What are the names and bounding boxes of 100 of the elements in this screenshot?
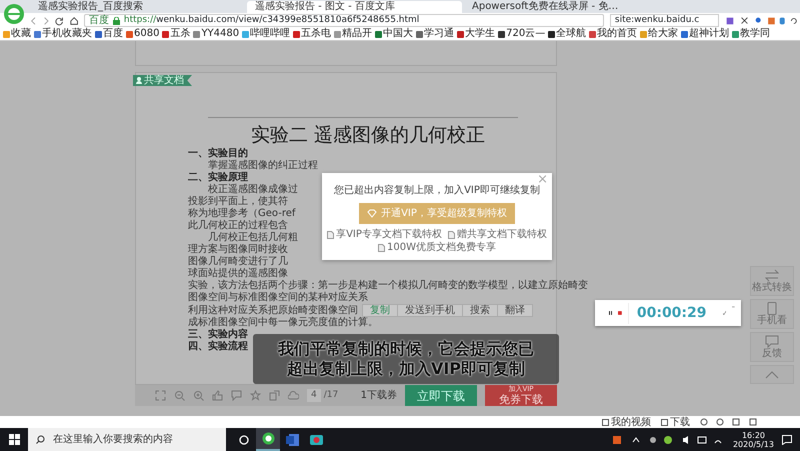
body-text: 图像空间与标准图像空间的某种对应关系 [188, 292, 368, 304]
bookmark[interactable]: 五杀电 [293, 28, 332, 40]
feature-text: 赠共享文档下载特权 [456, 229, 547, 241]
status-icon [661, 418, 668, 426]
body-text: 几何校正包括几何粗 [208, 232, 298, 244]
url-text: https://wenku.baidu.com/view/c34399e8551810a6f5248655.html [124, 15, 420, 26]
bookmark[interactable]: 我的首页 [589, 28, 638, 40]
selection-action[interactable]: 发送到手机 [397, 305, 462, 316]
site-label: 百度 [88, 15, 109, 26]
bookmark[interactable]: 全球航 [548, 28, 586, 40]
recorder-app-icon[interactable] [310, 434, 322, 446]
bookmark[interactable]: 学习通 [416, 28, 454, 40]
back-icon[interactable] [30, 16, 37, 26]
bookmark-icon [242, 30, 250, 38]
browser-app-icon[interactable] [262, 432, 274, 445]
body-text: 校正遥感图像成像过 [208, 184, 298, 196]
zoom-in-icon[interactable] [193, 390, 204, 401]
bookmark-icon [732, 30, 740, 38]
word-app-icon[interactable] [286, 434, 298, 446]
bookmark[interactable]: 哔哩哔哩 [242, 28, 290, 40]
bookmark-icon [293, 30, 300, 38]
taskbar-search-field[interactable]: 在这里输入你要搜索的内容 [28, 428, 226, 451]
person-icon [136, 77, 142, 84]
phone-icon [765, 302, 779, 315]
bookmark[interactable]: 手机收藏夹 [34, 28, 92, 40]
status-item[interactable]: 我的视频 [602, 416, 651, 428]
bookmark-icon [334, 30, 342, 38]
zoom-out-icon[interactable] [174, 390, 185, 401]
selection-action[interactable]: 搜索 [462, 305, 497, 316]
bookmark-icon [548, 30, 556, 38]
download-button[interactable]: 立即下载 [405, 385, 477, 406]
clock-time: 16:20 [740, 430, 766, 440]
refresh-icon[interactable] [55, 16, 64, 26]
address-bar[interactable]: 百度 https://wenku.baidu.com/view/c34399e8551810a6f5248655.html [84, 14, 604, 27]
bookmark[interactable]: 中国大 [375, 28, 414, 40]
section-heading: 四、实验流程 [188, 341, 248, 353]
body-text: 图像几何畸变进行了几 [188, 256, 288, 268]
body-text: 理方案与图像同时接收 [188, 244, 288, 256]
body-text: 成标准图像空间中每一像元亮度值的计算。 [188, 317, 378, 328]
bookmark[interactable]: 收藏 [3, 28, 31, 40]
bookmark[interactable]: 给大家 [640, 28, 678, 40]
comment-icon[interactable] [231, 390, 242, 401]
bookmark-icon [126, 30, 133, 38]
bookmark-icon [416, 30, 424, 38]
bookmark[interactable]: 6080 [126, 28, 160, 40]
circle-icon[interactable] [239, 434, 249, 444]
stop-icon[interactable] [618, 308, 622, 318]
bookmark-icon [162, 30, 170, 38]
body-text: 利用这种对应关系把原始畸变图像空间 [188, 304, 358, 316]
recording-timer: 00:00:29 [628, 302, 707, 324]
thumbs-up-icon[interactable] [212, 390, 223, 401]
selection-action[interactable]: 翻译 [497, 305, 532, 316]
document-icon [448, 231, 455, 239]
fullscreen-icon[interactable] [155, 390, 166, 401]
bookmark-icon [498, 30, 506, 38]
document-title: 实验二 遥感图像的几何校正 [250, 124, 486, 146]
windows-start-icon[interactable] [8, 434, 20, 445]
bookmark[interactable]: 720云— [498, 28, 546, 40]
chat-bubble-icon [765, 335, 779, 348]
section-heading: 二、实验原理 [188, 172, 248, 184]
tray-icons-drawing[interactable] [612, 434, 723, 444]
notification-icon[interactable] [782, 434, 792, 444]
search-field[interactable]: site:wenku.baidu.c [610, 14, 720, 27]
document-icon [327, 231, 334, 239]
document-icon [378, 244, 385, 252]
bookmark[interactable]: YY4480 [193, 28, 240, 40]
bookmark-icon [375, 30, 382, 38]
status-icon [602, 418, 609, 426]
bookmark-icon [193, 30, 200, 38]
share-icon[interactable] [269, 390, 280, 401]
bookmark-icon [589, 30, 596, 38]
body-text: 球面站提供的遥感图像 [188, 268, 288, 280]
feature-text: 享VIP专享文档下载特权 [336, 229, 442, 241]
section-heading: 三、实验内容 [188, 329, 248, 340]
bookmark-icon [34, 30, 41, 38]
bookmark[interactable]: 精品开 [334, 28, 372, 40]
status-item[interactable]: 下载 [661, 416, 690, 428]
star-icon[interactable] [250, 390, 261, 401]
swap-arrows-icon [765, 269, 779, 282]
page-total: /17 [324, 388, 338, 402]
shared-document-ribbon: 共享文档 [133, 75, 192, 86]
bookmark-icon [457, 30, 464, 38]
bookmark[interactable]: 大学生 [457, 28, 496, 40]
bookmark[interactable]: 五杀 [162, 28, 190, 40]
coupon-count: 1下载券 [360, 388, 397, 403]
bookmark[interactable]: 超神计划 [681, 28, 730, 40]
section-heading: 一、实验目的 [188, 148, 248, 160]
cloud-icon[interactable] [288, 390, 299, 401]
pause-icon[interactable] [609, 308, 612, 318]
page-number-field[interactable]: 4 [307, 388, 321, 402]
bookmark[interactable]: 教学同 [732, 28, 770, 40]
browser-tab[interactable]: Apowersoft免费在线录屏 - 免… [464, 1, 679, 13]
bookmark-icon [95, 30, 102, 38]
lock-icon [112, 16, 120, 24]
forward-icon[interactable] [42, 16, 50, 26]
body-text: 掌握遥感图像的纠正过程 [208, 160, 318, 171]
bookmark[interactable]: 百度 [95, 28, 123, 40]
body-text: 此几何校正的过程包含 [188, 220, 288, 232]
side-tool-button[interactable] [750, 365, 794, 384]
home-icon[interactable] [70, 16, 78, 26]
